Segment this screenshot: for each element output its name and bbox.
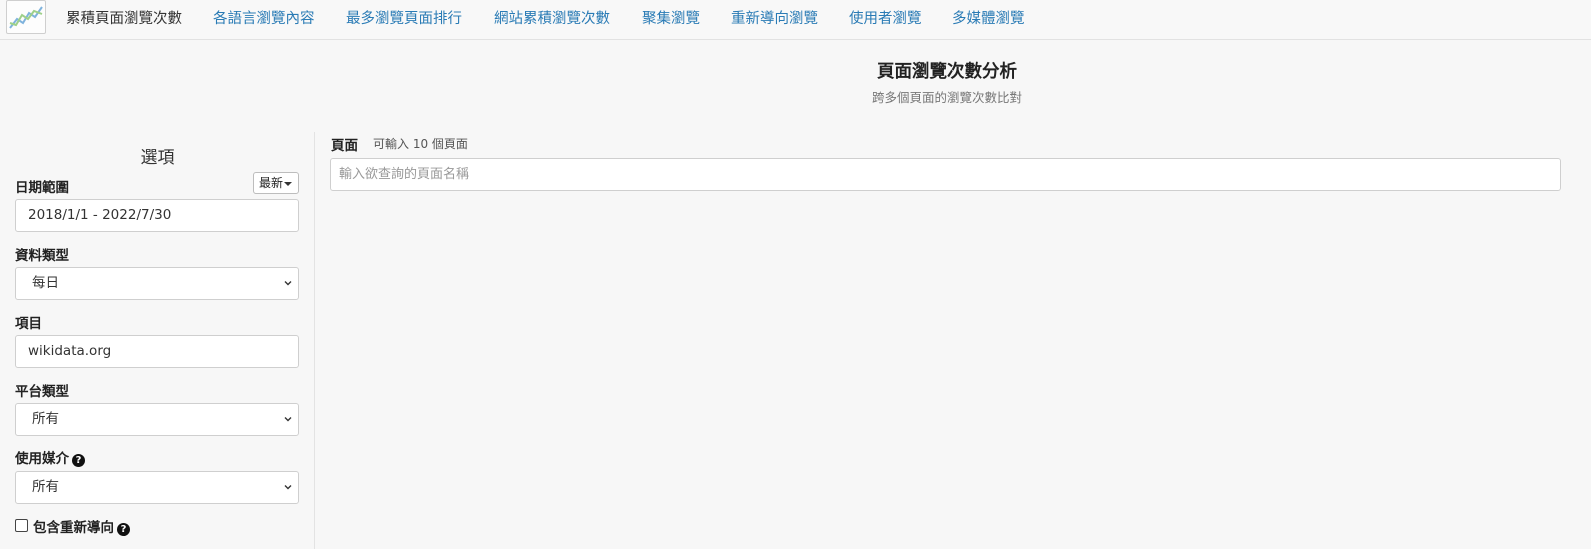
date-range-input[interactable]: 2018/1/1 - 2022/7/30	[15, 199, 299, 232]
column-divider	[314, 132, 315, 549]
pageviews-logo-icon[interactable]	[6, 0, 46, 34]
nav-item-redirectviews[interactable]: 重新導向瀏覽	[731, 7, 818, 28]
chevron-down-icon	[284, 417, 292, 422]
date-range-label: 日期範圍	[15, 180, 69, 196]
nav-item-pageviews[interactable]: 累積頁面瀏覽次數	[66, 7, 182, 28]
latest-button-label: 最新	[259, 176, 284, 190]
help-icon[interactable]: ?	[117, 523, 130, 536]
pages-hint: 可輸入 10 個頁面	[373, 137, 468, 151]
options-heading: 選項	[140, 148, 175, 168]
pages-label: 頁面	[331, 138, 358, 154]
help-icon[interactable]: ?	[72, 454, 85, 467]
nav-item-mediaviews[interactable]: 多媒體瀏覽	[952, 7, 1025, 28]
data-type-label: 資料類型	[15, 248, 69, 264]
include-redirects-text: 包含重新導向	[33, 520, 114, 536]
top-navbar: 累積頁面瀏覽次數 各語言瀏覽內容 最多瀏覽頁面排行 網站累積瀏覽次數 聚集瀏覽 …	[0, 0, 1591, 40]
project-input[interactable]: wikidata.org	[15, 335, 299, 368]
platform-label: 平台類型	[15, 384, 69, 400]
caret-down-icon	[284, 182, 292, 186]
agent-value: 所有	[32, 479, 59, 495]
page-subtitle: 跨多個頁面的瀏覽次數比對	[871, 90, 1022, 105]
nav-item-langviews[interactable]: 各語言瀏覽內容	[213, 7, 315, 28]
nav-item-topviews[interactable]: 最多瀏覽頁面排行	[346, 7, 462, 28]
project-value: wikidata.org	[28, 343, 112, 359]
data-type-value: 每日	[32, 275, 59, 291]
date-range-value: 2018/1/1 - 2022/7/30	[28, 207, 172, 223]
agent-label: 使用媒介?	[15, 447, 85, 467]
agent-label-text: 使用媒介	[15, 451, 69, 467]
project-label: 項目	[15, 316, 42, 332]
page-title: 頁面瀏覽次數分析	[877, 62, 1017, 82]
include-redirects-label: 包含重新導向?	[33, 516, 130, 536]
nav-item-massviews[interactable]: 聚集瀏覽	[642, 7, 700, 28]
chevron-down-icon	[284, 485, 292, 490]
latest-dropdown-button[interactable]: 最新	[253, 172, 299, 194]
nav-item-siteviews[interactable]: 網站累積瀏覽次數	[494, 7, 610, 28]
platform-value: 所有	[32, 411, 59, 427]
data-type-select[interactable]: 每日	[15, 267, 299, 300]
pages-search-input[interactable]	[330, 158, 1561, 191]
platform-select[interactable]: 所有	[15, 403, 299, 436]
nav-item-userviews[interactable]: 使用者瀏覽	[849, 7, 922, 28]
chevron-down-icon	[284, 281, 292, 286]
agent-select[interactable]: 所有	[15, 471, 299, 504]
include-redirects-checkbox[interactable]	[15, 519, 28, 532]
